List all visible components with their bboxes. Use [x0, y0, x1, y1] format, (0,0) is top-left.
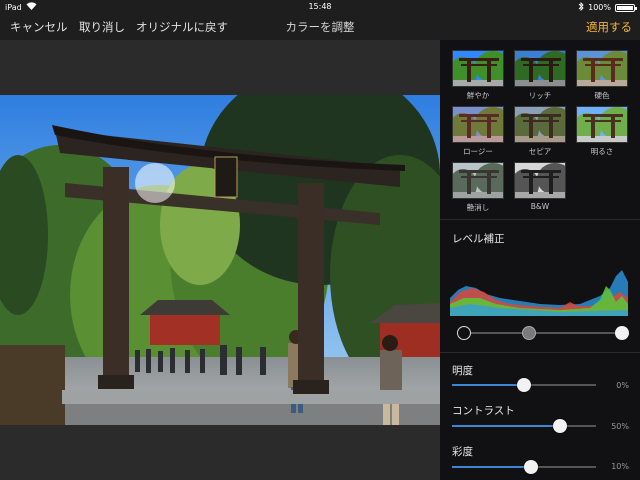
- preset-thumbnail: [514, 50, 566, 87]
- battery-icon: [615, 3, 637, 12]
- preset-bright[interactable]: 明るさ: [576, 106, 628, 157]
- levels-white-point-handle[interactable]: [615, 326, 629, 340]
- contrast-slider[interactable]: [452, 419, 596, 433]
- brightness-value: 0%: [616, 381, 629, 390]
- preset-bw[interactable]: B&W: [514, 162, 566, 211]
- preset-thumbnail: [576, 50, 628, 87]
- divider: [440, 219, 640, 220]
- preset-label: ロージー: [463, 147, 493, 156]
- saturation-label: 彩度: [452, 446, 473, 458]
- preset-vivid[interactable]: 鮮やか: [452, 50, 504, 101]
- levels-midpoint-handle[interactable]: [521, 326, 536, 340]
- levels-track: [464, 332, 622, 334]
- slider-fill: [452, 425, 560, 427]
- contrast-value: 50%: [611, 422, 629, 431]
- apply-button[interactable]: 適用する: [586, 19, 632, 35]
- preset-thumbnail: [452, 106, 504, 143]
- preset-thumbnail: [452, 50, 504, 87]
- preset-label: 明るさ: [590, 147, 614, 156]
- divider: [440, 352, 640, 353]
- preset-thumbnail: [514, 106, 566, 143]
- levels-black-point-handle[interactable]: [457, 326, 471, 340]
- slider-thumb[interactable]: [553, 419, 567, 433]
- bluetooth-icon: [578, 1, 584, 13]
- slider-thumb[interactable]: [524, 460, 539, 474]
- preset-thumbnail: [576, 106, 628, 143]
- brightness-slider[interactable]: [452, 378, 596, 392]
- preset-label: セピア: [528, 147, 552, 156]
- page-title: カラーを調整: [285, 20, 355, 34]
- preset-thumbnail: [452, 162, 504, 199]
- preset-thumbnail: [514, 162, 566, 199]
- contrast-label: コントラスト: [452, 405, 515, 417]
- preset-rich[interactable]: リッチ: [514, 50, 566, 101]
- nav-bar: キャンセル 取り消し オリジナルに戻す カラーを調整 適用する: [0, 14, 640, 40]
- preset-label: 鮮やか: [466, 91, 490, 100]
- battery-percent: 100%: [588, 3, 611, 12]
- preset-rosy[interactable]: ロージー: [452, 106, 504, 157]
- status-time: 15:48: [308, 2, 332, 11]
- histogram: [450, 268, 628, 316]
- slider-thumb[interactable]: [517, 378, 531, 392]
- preset-matte[interactable]: 艶消し: [452, 162, 504, 213]
- preset-label: 艶消し: [466, 203, 490, 212]
- photo-canvas-area: [0, 40, 440, 480]
- slider-fill: [452, 384, 524, 386]
- saturation-value: 10%: [611, 462, 629, 471]
- preset-label: B&W: [530, 202, 550, 211]
- saturation-slider[interactable]: [452, 460, 596, 474]
- preset-label: 硬色: [594, 91, 610, 100]
- preset-hard[interactable]: 硬色: [576, 50, 628, 101]
- slider-fill: [452, 466, 532, 468]
- status-bar: iPad 15:48 100%: [0, 0, 640, 14]
- levels-label: レベル補正: [452, 233, 505, 245]
- preset-label: リッチ: [528, 91, 552, 100]
- preset-sepia[interactable]: セピア: [514, 106, 566, 157]
- brightness-label: 明度: [452, 365, 473, 377]
- photo-preview[interactable]: [0, 95, 440, 425]
